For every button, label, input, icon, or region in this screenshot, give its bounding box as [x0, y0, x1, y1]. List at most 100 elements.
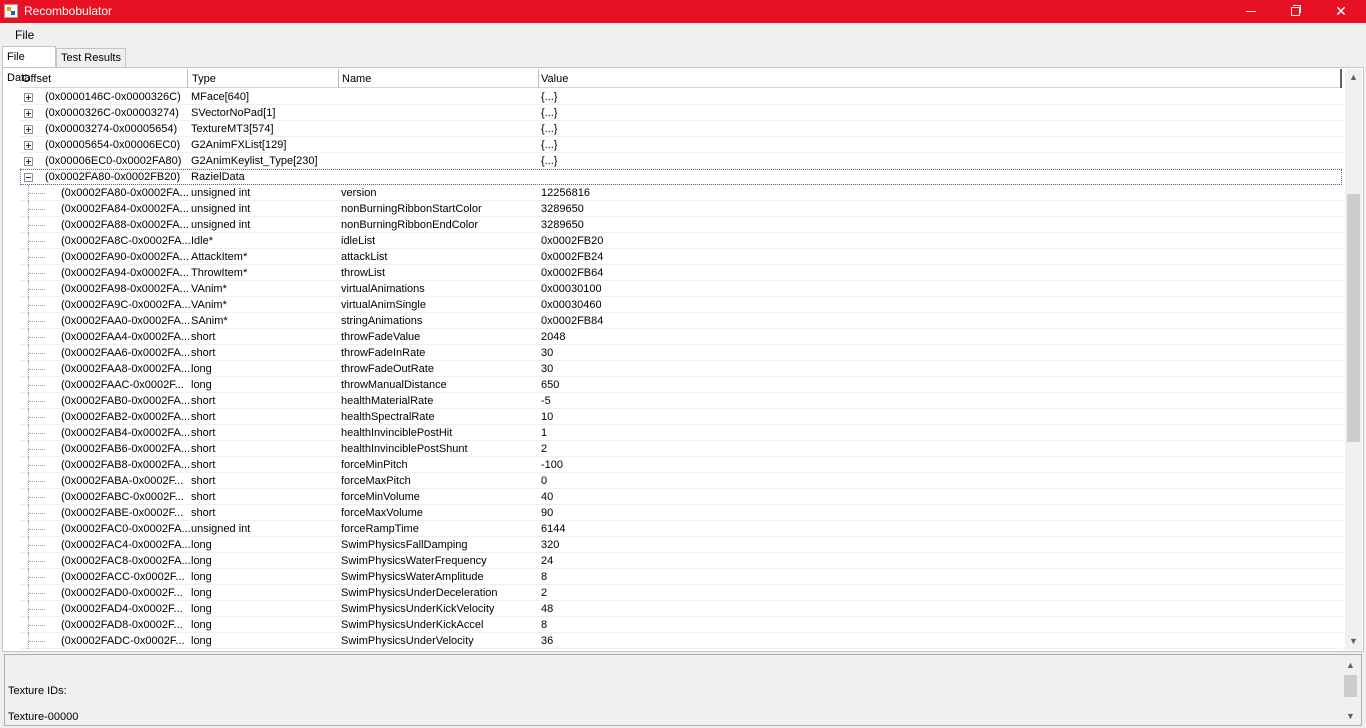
tree-row[interactable]: (0x0002FAAC-0x0002F... long throwManualDis…	[20, 377, 1342, 393]
tree-row[interactable]: (0x0002FAA6-0x0002FA... short throwFadeInR…	[20, 345, 1342, 361]
row-value: 3289650	[541, 219, 584, 231]
tree-row[interactable]: (0x0000146C-0x0000326C) MFace[640] {...}	[20, 89, 1342, 105]
tree-row[interactable]: (0x0002FA90-0x0002FA... AttackItem* attack…	[20, 249, 1342, 265]
tree-row[interactable]: (0x0002FAB0-0x0002FA... short healthMateri…	[20, 393, 1342, 409]
row-type: long	[191, 635, 212, 647]
row-name: version	[341, 187, 377, 199]
tree-row[interactable]: (0x00003274-0x00005654) TextureMT3[574] {.…	[20, 121, 1342, 137]
details-vertical-scrollbar[interactable]: ▲ ▼	[1342, 657, 1359, 725]
expand-icon[interactable]	[24, 93, 33, 102]
column-header-offset[interactable]: Offset	[20, 69, 187, 88]
tree-row[interactable]: (0x0002FAB6-0x0002FA... short healthInvinc…	[20, 441, 1342, 457]
row-offset: (0x00005654-0x00006EC0)	[45, 139, 181, 151]
row-offset: (0x0002FABA-0x0002F...	[61, 475, 184, 487]
tree-row[interactable]: (0x0002FAA4-0x0002FA... short throwFadeVal…	[20, 329, 1342, 345]
row-type: AttackItem*	[191, 251, 248, 263]
tree-row[interactable]: (0x0002FAB2-0x0002FA... short healthSpectr…	[20, 409, 1342, 425]
scrollbar-thumb[interactable]	[1344, 675, 1357, 697]
scroll-up-arrow-icon[interactable]: ▲	[1345, 69, 1362, 86]
row-offset: (0x0002FA90-0x0002FA...	[61, 251, 189, 263]
tree-row[interactable]: (0x00005654-0x00006EC0) G2AnimFXList[129]…	[20, 137, 1342, 153]
row-type: G2AnimKeylist_Type[230]	[191, 155, 318, 167]
tree-row[interactable]: (0x0002FA84-0x0002FA... unsigned int nonBu…	[20, 201, 1342, 217]
tree-line	[29, 625, 45, 626]
tree-vertical-scrollbar[interactable]: ▲ ▼	[1345, 69, 1362, 650]
tree-row[interactable]: (0x0002FAB8-0x0002FA... short forceMinPitc…	[20, 457, 1342, 473]
tree-line	[29, 449, 45, 450]
expand-icon[interactable]	[24, 157, 33, 166]
tree-row[interactable]: (0x00006EC0-0x0002FA80) G2AnimKeylist_Typ…	[20, 153, 1342, 169]
row-offset: (0x0002FAB4-0x0002FA...	[61, 427, 190, 439]
minimize-button[interactable]	[1228, 0, 1274, 23]
tree-row[interactable]: (0x0002FA88-0x0002FA... unsigned int nonBu…	[20, 217, 1342, 233]
row-offset: (0x00003274-0x00005654)	[45, 123, 178, 135]
row-name	[341, 121, 539, 137]
row-value: 6144	[541, 523, 566, 535]
row-type: long	[191, 619, 212, 631]
column-header-type[interactable]: Type	[190, 69, 338, 88]
expand-icon[interactable]	[24, 125, 33, 134]
tree-row[interactable]: (0x0002FAD0-0x0002F... long SwimPhysicsUnd…	[20, 585, 1342, 601]
row-name: idleList	[341, 235, 376, 247]
column-header-name[interactable]: Name	[340, 69, 538, 88]
row-type: short	[191, 507, 216, 519]
scroll-down-arrow-icon[interactable]: ▼	[1345, 633, 1362, 650]
app-icon[interactable]	[4, 4, 18, 18]
scrollbar-thumb[interactable]	[1347, 194, 1360, 442]
tree-row[interactable]: (0x0002FA80-0x0002FB20) RazielData	[20, 169, 1342, 185]
tree-row[interactable]: (0x0002FACC-0x0002F... long SwimPhysicsWat…	[20, 569, 1342, 585]
tree-row[interactable]: (0x0002FAD8-0x0002F... long SwimPhysicsUnd…	[20, 617, 1342, 633]
tree-row[interactable]: (0x0002FAC0-0x0002FA... unsigned int force…	[20, 521, 1342, 537]
tree-line	[29, 353, 45, 354]
row-offset: (0x0002FA9C-0x0002FA...	[61, 299, 190, 311]
tree-row[interactable]: (0x0002FAD4-0x0002F... long SwimPhysicsUnd…	[20, 601, 1342, 617]
tab-test-results[interactable]: Test Results	[56, 48, 126, 67]
close-button[interactable]: ✕	[1318, 0, 1364, 23]
tree-row[interactable]: (0x0002FAC8-0x0002FA... long SwimPhysicsWa…	[20, 553, 1342, 569]
column-divider[interactable]	[187, 69, 188, 88]
expand-icon[interactable]	[24, 141, 33, 150]
expand-icon[interactable]	[24, 109, 33, 118]
menu-file[interactable]: File	[15, 28, 34, 42]
row-value: 36	[541, 635, 554, 647]
tree-row[interactable]: (0x0002FABC-0x0002F... short forceMinVolum…	[20, 489, 1342, 505]
row-type: short	[191, 331, 216, 343]
column-divider[interactable]	[1340, 69, 1342, 88]
scroll-down-arrow-icon[interactable]: ▼	[1342, 708, 1359, 725]
row-value	[541, 169, 1321, 185]
row-value: {...}	[541, 155, 558, 167]
tree-row[interactable]: (0x0002FA8C-0x0002FA... Idle* idleList 0x00…	[20, 233, 1342, 249]
window-title: Recombobulator	[24, 4, 113, 18]
maximize-button[interactable]	[1272, 0, 1318, 23]
scroll-up-arrow-icon[interactable]: ▲	[1342, 657, 1359, 674]
column-header-value[interactable]: Value	[539, 69, 1339, 88]
tree-row[interactable]: (0x0002FA98-0x0002FA... VAnim* virtualAnim…	[20, 281, 1342, 297]
tree-line	[29, 465, 45, 466]
collapse-icon[interactable]	[24, 173, 33, 182]
row-value: {...}	[541, 107, 558, 119]
column-divider[interactable]	[338, 69, 339, 88]
row-name	[341, 105, 539, 121]
tree-row[interactable]: (0x0002FABA-0x0002F... short forceMaxPitch…	[20, 473, 1342, 489]
row-type: short	[191, 443, 216, 455]
tree-row[interactable]: (0x0002FAC4-0x0002FA... long SwimPhysicsFa…	[20, 537, 1342, 553]
row-type: long	[191, 603, 212, 615]
tree-row[interactable]: (0x0000326C-0x00003274) SVectorNoPad[1] {.…	[20, 105, 1342, 121]
row-offset: (0x0002FAB6-0x0002FA...	[61, 443, 190, 455]
row-name	[341, 89, 539, 105]
tree-row[interactable]: (0x0002FAA8-0x0002FA... long throwFadeOutR…	[20, 361, 1342, 377]
tree-row[interactable]: (0x0002FABE-0x0002F... short forceMaxVolum…	[20, 505, 1342, 521]
row-name: healthMaterialRate	[341, 395, 434, 407]
tree-row[interactable]: (0x0002FAA0-0x0002FA... SAnim* stringAnima…	[20, 313, 1342, 329]
tree-row[interactable]: (0x0002FAB4-0x0002FA... short healthInvinc…	[20, 425, 1342, 441]
tree-line	[29, 385, 45, 386]
row-name: throwManualDistance	[341, 379, 447, 391]
tree-row[interactable]: (0x0002FA94-0x0002FA... ThrowItem* throwLi…	[20, 265, 1342, 281]
tree-row[interactable]: (0x0002FA9C-0x0002FA... VAnim* virtualAnim…	[20, 297, 1342, 313]
details-textbox[interactable]: Texture IDs: Texture-00000	[4, 654, 1362, 726]
row-name: stringAnimations	[341, 315, 423, 327]
tree-list-view[interactable]: Offset Type Name Value (0x0000146C-0x000…	[20, 69, 1342, 650]
tree-row[interactable]: (0x0002FA80-0x0002FA... unsigned int versi…	[20, 185, 1342, 201]
tree-row[interactable]: (0x0002FADC-0x0002F... long SwimPhysicsUnd…	[20, 633, 1342, 649]
tab-file-data[interactable]: File Data	[2, 46, 56, 84]
